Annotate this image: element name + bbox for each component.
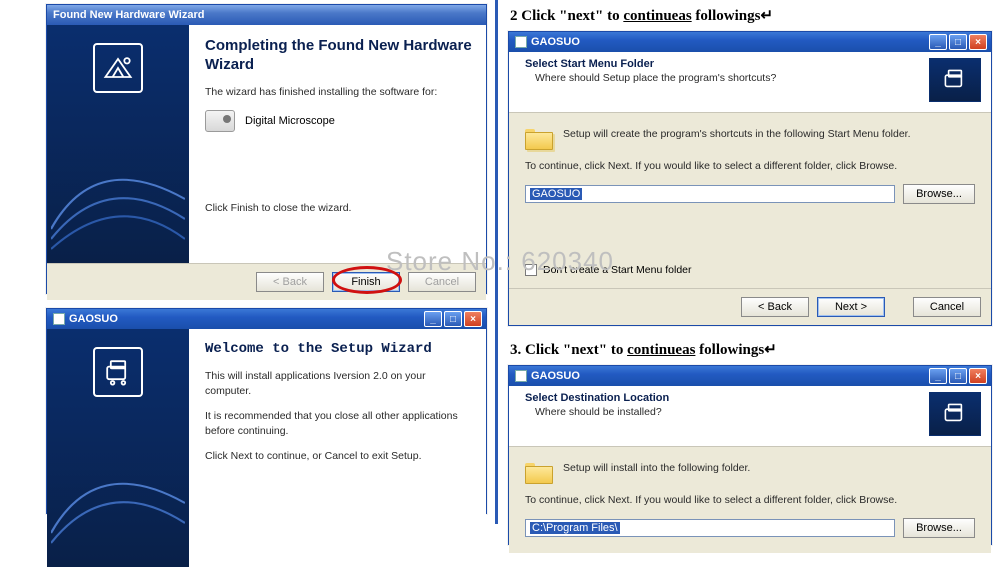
close-button[interactable]: ×: [969, 34, 987, 50]
wizard-text-3: Click Next to continue, or Cancel to exi…: [205, 449, 472, 464]
device-name: Digital Microscope: [245, 115, 335, 127]
finish-button[interactable]: Finish: [332, 272, 400, 292]
body-text-1: Setup will install into the following fo…: [563, 461, 750, 476]
wizard-heading: Completing the Found New Hardware Wizard: [205, 37, 472, 75]
close-button[interactable]: ×: [969, 368, 987, 384]
installer-header: Select Start Menu Folder Where should Se…: [509, 52, 991, 113]
wizard-heading: Welcome to the Setup Wizard: [205, 341, 472, 359]
header-subtitle: Where should Setup place the program's s…: [525, 72, 929, 84]
right-column: 2 Click "next" to continueas followings↵…: [495, 0, 1000, 524]
start-menu-folder-window: GAOSUO _ □ × Select Start Menu Folder Wh…: [508, 31, 992, 326]
step3-caption: 3. Click "next" to continueas followings…: [510, 340, 992, 359]
checkbox-label: Don't create a Start Menu folder: [543, 264, 692, 276]
header-title: Select Start Menu Folder: [525, 58, 929, 70]
header-icon: [929, 392, 981, 436]
destination-folder-input[interactable]: C:\Program Files\: [525, 519, 895, 537]
page: Found New Hardware Wizard: [0, 0, 1000, 524]
back-button[interactable]: < Back: [741, 297, 809, 317]
cancel-button[interactable]: Cancel: [913, 297, 981, 317]
step2-caption: 2 Click "next" to continueas followings↵: [510, 6, 992, 25]
next-button[interactable]: Next >: [817, 297, 885, 317]
titlebar: GAOSUO _ □ ×: [47, 309, 486, 329]
folder-icon: [525, 461, 553, 483]
minimize-button[interactable]: _: [929, 34, 947, 50]
back-button: < Back: [256, 272, 324, 292]
titlebar: GAOSUO _ □ ×: [509, 32, 991, 52]
finish-note: Click Finish to close the wizard.: [205, 202, 472, 214]
window-title: Found New Hardware Wizard: [53, 9, 204, 21]
header-title: Select Destination Location: [525, 392, 929, 404]
maximize-button[interactable]: □: [949, 34, 967, 50]
decoration-curve: [51, 139, 185, 259]
hardware-wizard-window: Found New Hardware Wizard: [46, 4, 487, 294]
window-title: GAOSUO: [531, 370, 580, 382]
wizard-logo-icon: [93, 347, 143, 397]
header-icon: [929, 58, 981, 102]
start-menu-folder-input[interactable]: GAOSUO: [525, 185, 895, 203]
app-icon: [515, 370, 527, 382]
app-icon: [515, 36, 527, 48]
body-text-1: Setup will create the program's shortcut…: [563, 127, 911, 142]
app-icon: [53, 313, 65, 325]
installer-header: Select Destination Location Where should…: [509, 386, 991, 447]
minimize-button[interactable]: _: [424, 311, 442, 327]
header-subtitle: Where should be installed?: [525, 406, 929, 418]
decoration-curve: [51, 443, 185, 563]
folder-shortcuts-icon: [525, 127, 553, 149]
body-text-2: To continue, click Next. If you would li…: [525, 159, 975, 174]
wizard-logo-icon: [93, 43, 143, 93]
left-column: Found New Hardware Wizard: [0, 0, 495, 524]
destination-location-window: GAOSUO _ □ × Select Destination Location…: [508, 365, 992, 545]
setup-wizard-window: GAOSUO _ □ ×: [46, 308, 487, 514]
browse-button[interactable]: Browse...: [903, 184, 975, 204]
maximize-button[interactable]: □: [949, 368, 967, 384]
button-row: < Back Finish Cancel: [47, 263, 486, 300]
cancel-button: Cancel: [408, 272, 476, 292]
maximize-button[interactable]: □: [444, 311, 462, 327]
no-start-menu-checkbox[interactable]: [525, 264, 537, 276]
titlebar: Found New Hardware Wizard: [47, 5, 486, 25]
wizard-text-1: This will install applications Iversion …: [205, 369, 472, 399]
titlebar: GAOSUO _ □ ×: [509, 366, 991, 386]
wizard-text-2: It is recommended that you close all oth…: [205, 409, 472, 439]
wizard-side-panel: [47, 329, 189, 567]
browse-button[interactable]: Browse...: [903, 518, 975, 538]
minimize-button[interactable]: _: [929, 368, 947, 384]
body-text-2: To continue, click Next. If you would li…: [525, 493, 975, 508]
wizard-text: The wizard has finished installing the s…: [205, 85, 472, 100]
window-title: GAOSUO: [531, 36, 580, 48]
button-row: < Back Next > Cancel: [509, 288, 991, 325]
close-button[interactable]: ×: [464, 311, 482, 327]
wizard-side-panel: [47, 25, 189, 263]
window-title: GAOSUO: [69, 313, 118, 325]
device-icon: [205, 110, 235, 132]
